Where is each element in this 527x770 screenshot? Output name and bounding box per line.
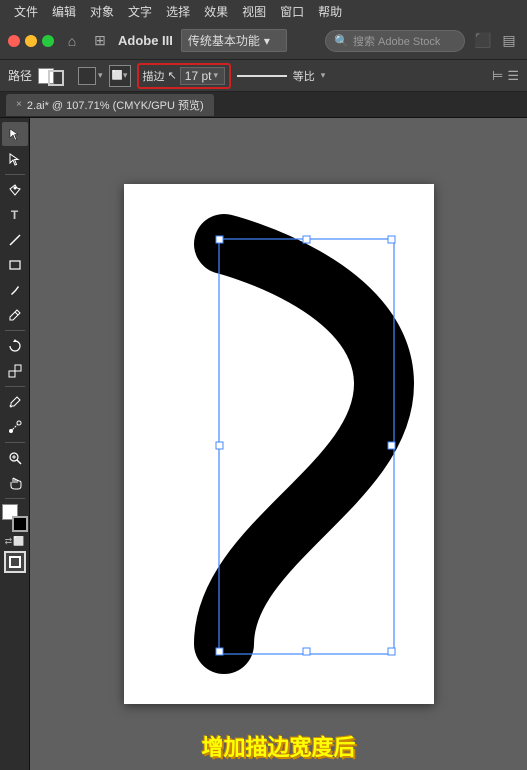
color-controls: ⇄ ⬜ bbox=[5, 536, 25, 547]
rectangle-tool[interactable] bbox=[2, 253, 28, 277]
shape-svg bbox=[124, 184, 434, 704]
active-tool-indicator[interactable] bbox=[4, 551, 26, 573]
chevron-down-icon-stroke[interactable]: ▾ bbox=[98, 70, 103, 81]
chevron-down-icon-width[interactable]: ▾ bbox=[213, 70, 218, 81]
chevron-down-icon-size[interactable]: ▾ bbox=[123, 70, 128, 81]
chevron-down-icon-ratio[interactable]: ▾ bbox=[321, 70, 326, 81]
title-bar: ⌂ ⊞ Adobe III 传统基本功能 ▾ 🔍 搜索 Adobe Stock … bbox=[0, 22, 527, 60]
rotate-tool[interactable] bbox=[2, 334, 28, 358]
close-button[interactable] bbox=[8, 35, 20, 47]
tool-separator-1 bbox=[5, 174, 25, 175]
direct-selection-tool[interactable] bbox=[2, 147, 28, 171]
dash-line-preview bbox=[237, 75, 287, 77]
caption-area: 增加描边宽度后 bbox=[30, 730, 527, 762]
tool-separator-5 bbox=[5, 498, 25, 499]
chevron-down-icon: ▾ bbox=[264, 34, 270, 48]
menu-help[interactable]: 帮助 bbox=[312, 0, 348, 22]
menu-bar: 文件 编辑 对象 文字 选择 效果 视图 窗口 帮助 bbox=[0, 0, 527, 22]
pencil-tool[interactable] bbox=[2, 303, 28, 327]
scale-tool[interactable] bbox=[2, 359, 28, 383]
search-icon: 🔍 bbox=[334, 34, 349, 48]
search-placeholder: 搜索 Adobe Stock bbox=[353, 33, 440, 49]
stroke-color[interactable] bbox=[12, 516, 28, 532]
blend-tool[interactable] bbox=[2, 415, 28, 439]
workspace-label: 传统基本功能 bbox=[188, 32, 260, 49]
color-boxes[interactable] bbox=[2, 504, 28, 532]
path-label: 路径 bbox=[8, 67, 32, 84]
control-right-icons: ⊨ ☰ bbox=[492, 68, 519, 84]
tab-close-button[interactable]: × bbox=[16, 99, 22, 110]
pen-tool[interactable] bbox=[2, 178, 28, 202]
ratio-label: 等比 bbox=[293, 68, 315, 84]
tool-separator-3 bbox=[5, 386, 25, 387]
color-box[interactable] bbox=[78, 67, 96, 85]
cursor-icon: ↖ bbox=[168, 69, 177, 82]
stroke-color-group[interactable]: ▾ bbox=[38, 67, 103, 85]
menu-select[interactable]: 选择 bbox=[160, 0, 196, 22]
menu-window[interactable]: 窗口 bbox=[274, 0, 310, 22]
size-box[interactable]: ⬜ ▾ bbox=[109, 65, 131, 87]
more-icon[interactable]: ☰ bbox=[507, 68, 519, 84]
panels-icon[interactable]: ▤ bbox=[499, 31, 519, 51]
minimize-button[interactable] bbox=[25, 35, 37, 47]
paintbrush-tool[interactable] bbox=[2, 278, 28, 302]
stroke-swatch[interactable] bbox=[48, 70, 64, 86]
grid-icon[interactable]: ⊞ bbox=[90, 31, 110, 51]
arrange-icon[interactable]: ⬛ bbox=[473, 31, 493, 51]
hand-tool[interactable] bbox=[2, 471, 28, 495]
swap-icon[interactable]: ⇄ bbox=[5, 536, 13, 547]
reset-icon[interactable]: ⬜ bbox=[13, 536, 24, 547]
menu-view[interactable]: 视图 bbox=[236, 0, 272, 22]
line-tool[interactable] bbox=[2, 228, 28, 252]
zoom-tool[interactable] bbox=[2, 446, 28, 470]
menu-edit[interactable]: 编辑 bbox=[46, 0, 82, 22]
artboard bbox=[124, 184, 434, 704]
workspace-dropdown[interactable]: 传统基本功能 ▾ bbox=[181, 29, 287, 52]
type-tool[interactable]: T bbox=[2, 203, 28, 227]
fullscreen-button[interactable] bbox=[42, 35, 54, 47]
align-icon[interactable]: ⊨ bbox=[492, 68, 503, 84]
app-name-label: Adobe III bbox=[118, 33, 173, 48]
dash-group[interactable] bbox=[237, 75, 287, 77]
canvas-area[interactable]: 增加描边宽度后 bbox=[30, 118, 527, 770]
main-area: T bbox=[0, 118, 527, 770]
stroke-label: 描边 bbox=[143, 68, 165, 84]
left-toolbar: T bbox=[0, 118, 30, 770]
caption-text: 增加描边宽度后 bbox=[201, 730, 355, 762]
document-tab[interactable]: × 2.ai* @ 107.71% (CMYK/GPU 预览) bbox=[6, 94, 214, 116]
tool-separator-4 bbox=[5, 442, 25, 443]
eyedropper-tool[interactable] bbox=[2, 390, 28, 414]
control-bar: 路径 ▾ ⬜ ▾ 描边 ↖ 17 pt ▾ 等比 ▾ ⊨ ☰ bbox=[0, 60, 527, 92]
traffic-lights bbox=[8, 35, 54, 47]
menu-effect[interactable]: 效果 bbox=[198, 0, 234, 22]
tab-label: 2.ai* @ 107.71% (CMYK/GPU 预览) bbox=[27, 97, 204, 113]
stroke-width-group: 描边 ↖ 17 pt ▾ bbox=[137, 63, 231, 89]
menu-object[interactable]: 对象 bbox=[84, 0, 120, 22]
selection-tool[interactable] bbox=[2, 122, 28, 146]
stroke-width-value: 17 pt bbox=[185, 69, 212, 83]
menu-text[interactable]: 文字 bbox=[122, 0, 158, 22]
panel-icons: ⬛ ▤ bbox=[473, 31, 519, 51]
search-bar[interactable]: 🔍 搜索 Adobe Stock bbox=[325, 30, 465, 52]
menu-file[interactable]: 文件 bbox=[8, 0, 44, 22]
stroke-width-input[interactable]: 17 pt ▾ bbox=[180, 67, 225, 85]
tool-separator-2 bbox=[5, 330, 25, 331]
tab-bar: × 2.ai* @ 107.71% (CMYK/GPU 预览) bbox=[0, 92, 527, 118]
home-icon[interactable]: ⌂ bbox=[62, 31, 82, 51]
